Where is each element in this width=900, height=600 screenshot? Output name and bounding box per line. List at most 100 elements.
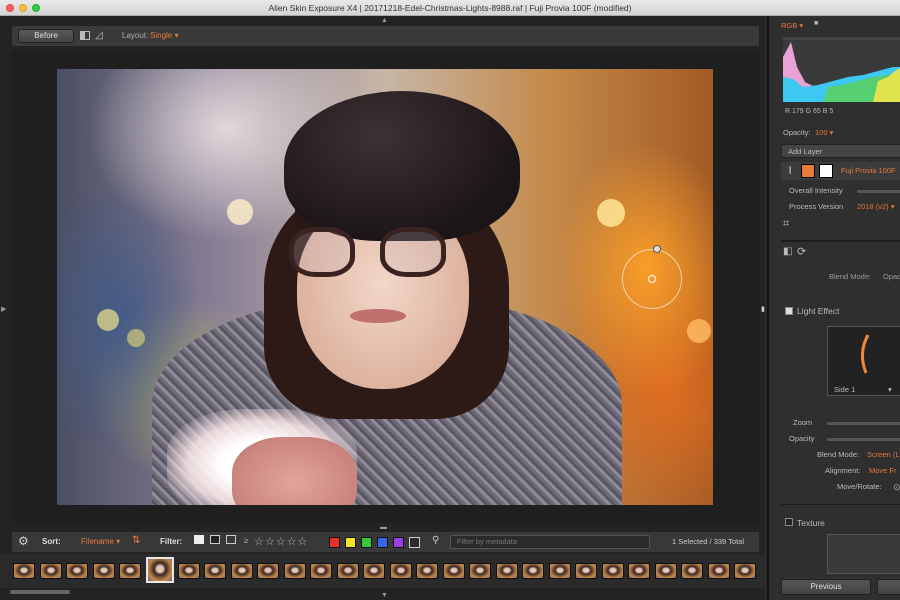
preset-dropdown-icon[interactable]: ▾ <box>888 385 892 394</box>
filmstrip-thumbnail[interactable] <box>204 563 226 579</box>
filmstrip-thumbnail[interactable] <box>389 563 412 579</box>
sort-label: Sort: <box>42 537 61 546</box>
layer-visibility-icon[interactable]: ❙ <box>787 165 793 174</box>
filmstrip-thumbnail[interactable] <box>628 563 650 579</box>
filmstrip-thumbnail[interactable] <box>283 563 306 579</box>
filmstrip-thumbnail[interactable] <box>416 563 438 579</box>
next-button[interactable] <box>877 579 900 595</box>
flag-unflagged-icon[interactable] <box>226 535 236 544</box>
crop-tool-icon[interactable]: ⌗ <box>783 218 789 231</box>
gear-icon[interactable]: ⚙ <box>18 534 29 548</box>
zoom-label: Zoom <box>793 418 813 427</box>
filmstrip-thumbnail[interactable] <box>734 563 756 579</box>
color-filter-none[interactable] <box>409 537 420 548</box>
color-filter-red[interactable] <box>329 537 340 548</box>
collapse-top-handle-icon[interactable]: ▲ <box>381 17 388 24</box>
filmstrip-scrollbar[interactable] <box>10 590 70 594</box>
zoom-slider[interactable] <box>827 422 900 425</box>
collapse-bottom-handle-icon[interactable]: ▼ <box>381 592 388 599</box>
compare-icon[interactable]: ◧ <box>783 246 792 257</box>
light-streak <box>861 334 870 374</box>
star-rating-filter[interactable]: ☆☆☆☆☆ <box>254 535 308 548</box>
texture-checkbox[interactable] <box>785 518 793 526</box>
color-filter-green[interactable] <box>361 537 372 548</box>
glasses-right-lens <box>380 227 446 277</box>
window-close-button[interactable] <box>6 4 14 12</box>
metadata-search-input[interactable]: Filter by metadata <box>450 535 650 549</box>
histogram-mode-dropdown[interactable]: RGB ▾ <box>781 21 803 30</box>
color-filter-blue[interactable] <box>377 537 388 548</box>
photo-preview[interactable] <box>57 69 713 505</box>
filmstrip-thumbnail[interactable] <box>13 563 35 579</box>
sort-dropdown[interactable]: Filename ▾ <box>81 537 120 546</box>
layer-row[interactable]: ❙ Fuji Provia 100F <box>781 162 900 180</box>
filmstrip-thumbnail[interactable] <box>177 563 200 579</box>
crop-icon[interactable]: ◿ <box>95 30 107 42</box>
window-maximize-button[interactable] <box>32 4 40 12</box>
filmstrip-thumbnail[interactable] <box>681 563 703 579</box>
main-view: ▲ Before ◿ Layout: Single ▾ ▶ ▮ ▬ ⚙ Sort… <box>0 16 765 600</box>
filmstrip-resize-handle-icon[interactable]: ▬ <box>380 524 387 531</box>
layout-dropdown[interactable]: Single ▾ <box>150 31 178 40</box>
process-version-label: Process Version <box>789 202 844 211</box>
sort-direction-icon[interactable]: ⇅ <box>132 535 140 546</box>
reset-icon[interactable]: ⟳ <box>797 245 806 258</box>
before-button[interactable]: Before <box>18 29 74 43</box>
alignment-label: Alignment: <box>825 466 861 475</box>
filmstrip-thumbnail[interactable] <box>363 563 385 579</box>
filmstrip-thumbnail[interactable] <box>442 563 465 579</box>
color-filter-purple[interactable] <box>393 537 404 548</box>
flag-reject-icon[interactable] <box>210 535 220 544</box>
move-rotate-icon[interactable]: ⊙ <box>893 482 900 493</box>
color-filter-yellow[interactable] <box>345 537 356 548</box>
filmstrip-thumbnail[interactable] <box>575 563 597 579</box>
rating-operator-icon[interactable]: ≥ <box>244 536 248 545</box>
filter-label: Filter: <box>160 537 183 546</box>
filmstrip-thumbnail-selected[interactable] <box>145 557 174 583</box>
filmstrip-thumbnail[interactable] <box>92 563 115 579</box>
blend-mode2-label: Blend Mode: <box>817 450 860 459</box>
filmstrip-thumbnail[interactable] <box>654 563 677 579</box>
filmstrip-thumbnail[interactable] <box>495 563 518 579</box>
filmstrip-thumbnail[interactable] <box>601 563 624 579</box>
layer-name[interactable]: Fuji Provia 100F <box>841 166 896 175</box>
overall-intensity-slider[interactable] <box>857 190 900 193</box>
filmstrip-thumbnail[interactable] <box>707 563 730 579</box>
texture-label: Texture <box>797 518 825 528</box>
photo-hat <box>284 91 520 241</box>
filmstrip-thumbnail[interactable] <box>336 563 359 579</box>
histogram-menu-icon[interactable]: ■ <box>814 20 818 27</box>
alignment-dropdown[interactable]: Move Fr <box>869 466 897 475</box>
light-effect-checkbox[interactable] <box>785 307 793 315</box>
opacity-dropdown[interactable]: 100 ▾ <box>815 128 833 137</box>
layout-label: Layout: <box>122 31 149 40</box>
filmstrip-thumbnail[interactable] <box>39 563 62 579</box>
blend-mode-label: Blend Mode: <box>829 272 872 281</box>
filmstrip-thumbnail[interactable] <box>230 563 253 579</box>
effect-opacity-slider[interactable] <box>827 438 900 441</box>
filmstrip-thumbnail[interactable] <box>257 563 279 579</box>
collapse-left-handle-icon[interactable]: ▶ <box>1 306 6 313</box>
filmstrip-thumbnail[interactable] <box>469 563 491 579</box>
blend-mode2-dropdown[interactable]: Screen (L <box>867 450 900 459</box>
light-effect-preset-thumbnail[interactable]: Side 1 ▾ <box>827 326 900 396</box>
rgb-readout: R 179 G 65 B 5 <box>785 108 834 115</box>
filmstrip-thumbnail[interactable] <box>119 563 141 579</box>
blend-mode-value[interactable]: Opac <box>883 272 900 281</box>
light-effect-center-handle[interactable] <box>648 275 656 283</box>
histogram <box>783 37 900 102</box>
flag-pick-icon[interactable] <box>194 535 204 544</box>
previous-button[interactable]: Previous <box>781 579 871 595</box>
filmstrip-thumbnail[interactable] <box>548 563 571 579</box>
texture-preset-thumbnail[interactable] <box>827 534 900 574</box>
filmstrip-thumbnail[interactable] <box>310 563 332 579</box>
bokeh-light <box>687 319 711 343</box>
add-layer-button[interactable]: Add Layer <box>781 144 900 158</box>
filmstrip-thumbnail[interactable] <box>66 563 88 579</box>
process-version-dropdown[interactable]: 2018 (v2) ▾ <box>857 202 895 211</box>
light-effect-rotate-handle[interactable] <box>653 245 661 253</box>
filmstrip-thumbnail[interactable] <box>522 563 544 579</box>
panel-resize-handle-icon[interactable]: ▮ <box>761 306 765 313</box>
split-view-icon[interactable] <box>80 31 90 40</box>
window-minimize-button[interactable] <box>19 4 27 12</box>
